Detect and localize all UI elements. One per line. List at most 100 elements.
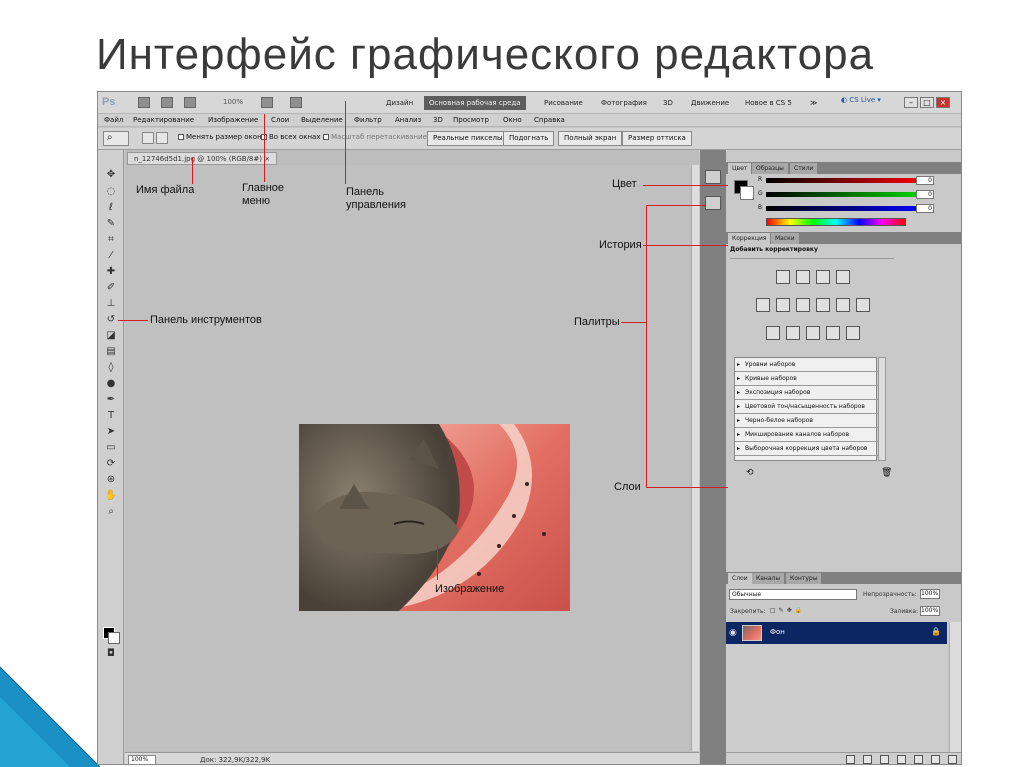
menu-help[interactable]: Справка bbox=[534, 116, 565, 124]
close-button[interactable]: × bbox=[936, 97, 950, 108]
eyedropper-tool-icon[interactable]: ⁄ bbox=[104, 249, 118, 262]
preset-channel-mixer[interactable]: Микширование каналов наборов bbox=[735, 428, 878, 442]
vertical-scrollbar[interactable] bbox=[691, 165, 699, 751]
color-spectrum-ramp[interactable] bbox=[766, 218, 906, 226]
tool-preset-picker[interactable]: ⌕ bbox=[103, 131, 129, 146]
type-tool-icon[interactable]: T bbox=[104, 409, 118, 422]
hand-tool-icon[interactable]: ✋ bbox=[104, 489, 118, 502]
tab-swatches[interactable]: Образцы bbox=[752, 163, 788, 174]
tab-paths[interactable]: Контуры bbox=[786, 573, 822, 584]
workspace-painting[interactable]: Рисование bbox=[539, 96, 588, 110]
cs-live[interactable]: ◐ CS Live ▾ bbox=[841, 96, 881, 104]
brush-tool-icon[interactable]: ✐ bbox=[104, 281, 118, 294]
preset-hue-saturation[interactable]: Цветовой тон/насыщенность наборов bbox=[735, 400, 878, 414]
preset-black-white[interactable]: Черно-белое наборов bbox=[735, 414, 878, 428]
clone-stamp-tool-icon[interactable]: ⊥ bbox=[104, 297, 118, 310]
menu-select[interactable]: Выделение bbox=[301, 116, 343, 124]
marquee-tool-icon[interactable]: ◌ bbox=[104, 185, 118, 198]
posterize-icon[interactable] bbox=[786, 326, 800, 340]
workspace-more[interactable]: ≫ bbox=[805, 96, 822, 110]
photo-filter-icon[interactable] bbox=[836, 298, 850, 312]
quick-mask-icon[interactable]: ◘ bbox=[104, 647, 118, 660]
zoom-in-icon[interactable] bbox=[142, 132, 154, 144]
lasso-tool-icon[interactable]: ℓ bbox=[104, 201, 118, 214]
color-balance-icon[interactable] bbox=[796, 298, 810, 312]
workspace-essentials[interactable]: Основная рабочая среда bbox=[424, 96, 526, 110]
history-brush-tool-icon[interactable]: ↺ bbox=[104, 313, 118, 326]
dodge-tool-icon[interactable]: ● bbox=[104, 377, 118, 390]
document-tab[interactable]: n_12746d5d1.jpg @ 100% (RGB/8#) × bbox=[127, 152, 278, 165]
zoom-tool-icon[interactable]: ⌕ bbox=[104, 505, 118, 518]
channel-mixer-icon[interactable] bbox=[856, 298, 870, 312]
fill-input[interactable]: 100% bbox=[920, 606, 940, 616]
zoom-out-icon[interactable] bbox=[156, 132, 168, 144]
minimize-button[interactable]: – bbox=[904, 97, 918, 108]
preset-exposure[interactable]: Экспозиция наборов bbox=[735, 386, 878, 400]
minibridge-icon[interactable] bbox=[161, 97, 173, 108]
path-selection-tool-icon[interactable]: ➤ bbox=[104, 425, 118, 438]
pen-tool-icon[interactable]: ✒ bbox=[104, 393, 118, 406]
new-layer-icon[interactable] bbox=[931, 755, 940, 764]
link-layers-icon[interactable] bbox=[846, 755, 855, 764]
adjustment-trash-icon[interactable]: 🗑 bbox=[881, 468, 892, 478]
extras-icon[interactable] bbox=[184, 97, 196, 108]
layer-row-background[interactable]: ◉ Фон 🔒 bbox=[726, 622, 947, 644]
screen-mode-icon[interactable] bbox=[290, 97, 302, 108]
delete-layer-icon[interactable] bbox=[948, 755, 957, 764]
channel-g-input[interactable]: 0 bbox=[916, 190, 934, 199]
invert-icon[interactable] bbox=[766, 326, 780, 340]
workspace-new-cs5[interactable]: Новое в CS 5 bbox=[740, 96, 797, 110]
threshold-icon[interactable] bbox=[806, 326, 820, 340]
gradient-tool-icon[interactable]: ▤ bbox=[104, 345, 118, 358]
shape-tool-icon[interactable]: ▭ bbox=[104, 441, 118, 454]
gradient-map-icon[interactable] bbox=[826, 326, 840, 340]
menu-3d[interactable]: 3D bbox=[433, 116, 443, 124]
new-group-icon[interactable] bbox=[914, 755, 923, 764]
actual-pixels-button[interactable]: Реальные пикселы bbox=[427, 131, 509, 146]
tab-layers[interactable]: Слои bbox=[728, 573, 752, 584]
menu-image[interactable]: Изображение bbox=[208, 116, 258, 124]
preset-selective-color[interactable]: Выборочная коррекция цвета наборов bbox=[735, 442, 878, 456]
resize-windows-checkbox[interactable]: Менять размер окон bbox=[178, 133, 262, 141]
tab-styles[interactable]: Стили bbox=[790, 163, 818, 174]
maximize-button[interactable]: □ bbox=[920, 97, 934, 108]
menu-file[interactable]: Файл bbox=[104, 116, 123, 124]
layer-style-icon[interactable] bbox=[863, 755, 872, 764]
tab-masks[interactable]: Маски bbox=[771, 233, 799, 244]
tab-adjustments[interactable]: Коррекция bbox=[728, 233, 771, 244]
fit-screen-button[interactable]: Подогнать bbox=[503, 131, 555, 146]
close-tab-icon[interactable]: × bbox=[264, 155, 270, 163]
layers-scrollbar[interactable] bbox=[949, 622, 961, 752]
crop-tool-icon[interactable]: ⌗ bbox=[104, 233, 118, 246]
levels-icon[interactable] bbox=[796, 270, 810, 284]
channel-r-slider[interactable] bbox=[766, 178, 916, 183]
tab-color[interactable]: Цвет bbox=[728, 163, 752, 174]
adjustment-return-icon[interactable]: ⟲ bbox=[746, 468, 754, 478]
workspace-design[interactable]: Дизайн bbox=[381, 96, 418, 110]
curves-icon[interactable] bbox=[816, 270, 830, 284]
eye-icon[interactable]: ◉ bbox=[729, 628, 737, 638]
menu-view[interactable]: Просмотр bbox=[453, 116, 489, 124]
channel-g-slider[interactable] bbox=[766, 192, 916, 197]
brightness-icon[interactable] bbox=[776, 270, 790, 284]
background-color-swatch[interactable] bbox=[108, 632, 120, 644]
move-tool-icon[interactable]: ✥ bbox=[104, 168, 118, 181]
arrange-documents-icon[interactable] bbox=[261, 97, 273, 108]
eraser-tool-icon[interactable]: ◪ bbox=[104, 329, 118, 342]
fill-screen-button[interactable]: Полный экран bbox=[558, 131, 623, 146]
exposure-icon[interactable] bbox=[836, 270, 850, 284]
menu-analysis[interactable]: Анализ bbox=[395, 116, 421, 124]
workspace-photography[interactable]: Фотография bbox=[596, 96, 652, 110]
quick-select-tool-icon[interactable]: ✎ bbox=[104, 217, 118, 230]
black-white-icon[interactable] bbox=[816, 298, 830, 312]
3d-orbit-tool-icon[interactable]: ⊛ bbox=[104, 473, 118, 486]
channel-b-input[interactable]: 0 bbox=[916, 204, 934, 213]
opacity-input[interactable]: 100% bbox=[920, 589, 940, 599]
all-windows-checkbox[interactable]: Во всех окнах bbox=[261, 133, 320, 141]
actions-panel-icon[interactable] bbox=[705, 196, 721, 210]
workspace-3d[interactable]: 3D bbox=[658, 96, 678, 110]
scrubby-zoom-checkbox[interactable]: Масштаб перетаскиванием bbox=[323, 133, 432, 141]
print-size-button[interactable]: Размер оттиска bbox=[622, 131, 692, 146]
menu-filter[interactable]: Фильтр bbox=[354, 116, 382, 124]
hue-saturation-icon[interactable] bbox=[776, 298, 790, 312]
